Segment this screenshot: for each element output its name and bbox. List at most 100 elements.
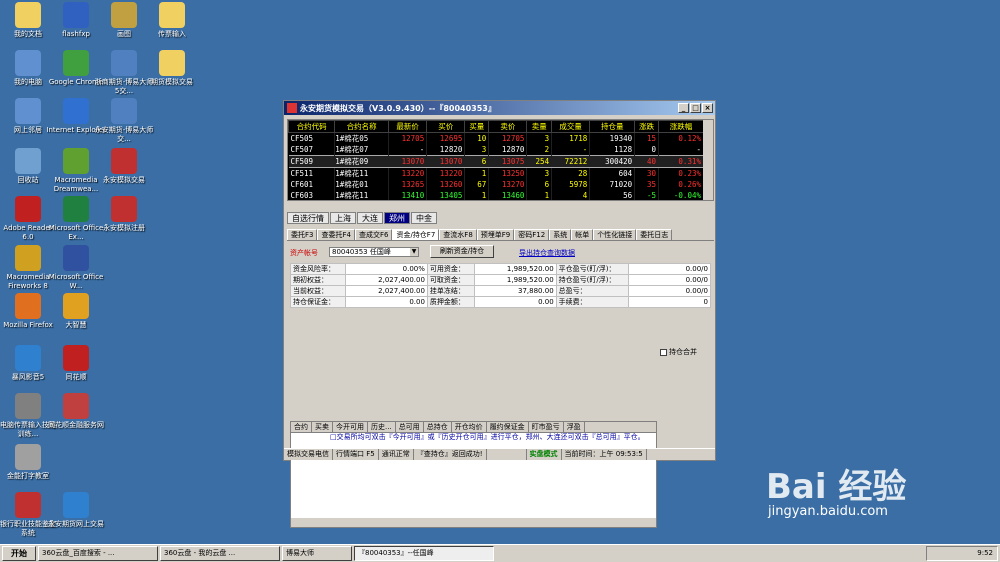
start-button[interactable]: 开始 [2,546,36,561]
tab-function[interactable]: 查委托F4 [317,229,355,240]
column-header[interactable]: 卖量 [526,120,553,133]
taskbar-button[interactable]: 『80040353』--任国峰 [354,546,494,561]
column-header[interactable]: 买价 [426,120,466,133]
tab-function[interactable]: 个性化链接 [593,229,637,240]
table-row[interactable]: CF509 1#棉花09 13070 13070 6 13075 254 72212 30042… [288,155,704,168]
table-cell: 1 [526,190,553,200]
quote-scrollbar[interactable] [703,120,713,200]
baidu-watermark: Bai 经验 jingyan.baidu.com [766,459,906,519]
column-header[interactable]: 盯市盈亏 [529,422,564,432]
table-row[interactable]: CF601 1#棉花01 13265 13260 67 13270 6 5978 71020 35… [288,179,704,190]
documents-icon [15,2,41,28]
taskbar-button[interactable]: 博易大师 [282,546,352,561]
column-header[interactable]: 浮盈 [564,422,585,432]
column-header[interactable]: 成交量 [551,120,591,133]
table-row[interactable]: CF505 1#棉花05 12705 12695 10 12705 3 1718 19340 15… [288,132,704,144]
minimize-button[interactable]: _ [678,103,689,113]
column-header[interactable]: 卖价 [488,120,528,133]
tab-function[interactable]: 预埋单F9 [476,229,515,240]
desktop-shortcut[interactable]: 永安期货网上交易 [46,492,106,529]
tab-market[interactable]: 上海 [330,212,356,224]
account-select[interactable]: 80040353 任国峰 ▼ [329,247,419,257]
table-cell: CF601 [288,179,336,190]
desktop-shortcut[interactable]: Microsoft Office W... [46,245,106,291]
tab-market[interactable]: 自选行情 [287,212,329,224]
table-cell: 56 [589,190,636,200]
column-header[interactable]: 涨跌 [634,120,660,133]
tab-function[interactable]: 系统 [549,229,572,240]
column-header[interactable]: 合约 [291,422,312,432]
desktop-shortcut[interactable]: 永安模拟交易 [94,148,154,185]
desktop-shortcut[interactable]: 永安期货-博易大师交... [94,98,154,144]
table-cell: 可取资金： [426,274,475,286]
column-header[interactable]: 最新价 [388,120,428,133]
column-header[interactable]: 买卖 [312,422,333,432]
table-cell: CF507 [288,144,336,156]
tab-function[interactable]: 委托F3 [287,229,318,240]
table-row[interactable]: CF603 1#棉花11 13410 13405 1 13460 1 4 56 -5 -0.04% [288,190,704,200]
column-header[interactable]: 历史... [368,422,396,432]
tab-function[interactable]: 查成交F6 [354,229,393,240]
export-link[interactable]: 导出持仓查询数据 [519,248,575,258]
tab-market[interactable]: 郑州 [384,212,410,224]
column-header[interactable]: 合约代码 [288,120,336,133]
table-cell: 37,880.00 [473,285,557,297]
desktop-shortcut-label: 永安模拟注册 [103,224,145,232]
maximize-button[interactable]: □ [690,103,701,113]
window-titlebar[interactable]: 永安期货模拟交易（V3.0.9.430）--『80040353』 _ □ × [284,101,715,115]
column-header[interactable]: 开仓均价 [452,422,487,432]
tab-function[interactable]: 帐单 [571,229,594,240]
shortcut-icon [111,50,137,76]
column-header[interactable]: 合约名称 [334,120,390,133]
tab-function[interactable]: 密码F12 [514,229,550,240]
tab-function[interactable]: 查流水F8 [439,229,477,240]
checkbox-box[interactable] [660,348,667,356]
table-cell: 10 [464,132,490,144]
desktop-shortcut[interactable]: 同花顺金融服务网 [46,393,106,430]
chrome-icon [63,50,89,76]
table-cell: 1718 [551,132,591,144]
column-header[interactable]: 总可用 [396,422,424,432]
table-cell: 0.00% [345,263,428,275]
desktop-shortcut[interactable]: 同花顺 [46,345,106,382]
trade-online-icon [63,492,89,518]
desktop-shortcut[interactable]: 期货模拟交易 [142,50,202,87]
table-cell: -5 [634,190,660,200]
clock[interactable]: 9:52 [977,549,993,557]
table-cell: 持仓保证金： [290,296,346,308]
refresh-button[interactable]: 刷新资金/持仓 [430,245,494,258]
column-header[interactable]: 总持仓 [424,422,452,432]
table-row[interactable]: CF511 1#棉花11 13220 13220 1 13250 3 28 604 30 0.23% [288,167,704,179]
close-button[interactable]: × [702,103,713,113]
tab-market[interactable]: 大连 [357,212,383,224]
position-scrollbar[interactable] [291,518,656,527]
desktop-shortcut[interactable]: 大智慧 [46,293,106,330]
column-header[interactable]: 履约保证金 [487,422,529,432]
table-cell: 71020 [589,179,636,190]
merge-checkbox[interactable]: 持仓合并 [660,347,697,357]
table-cell: 1#棉花11 [334,167,390,179]
table-cell: 30 [634,167,660,179]
taskbar-button[interactable]: 360云盘 - 我的云盘 ... [160,546,280,561]
desktop-shortcut[interactable]: 传票输入 [142,2,202,39]
desktop-shortcut[interactable]: 金能打字教室 [0,444,58,481]
table-row[interactable]: CF507 1#棉花07-12820 3 12870 2-1128 0- [288,144,704,156]
column-header[interactable]: 买量 [464,120,490,133]
column-header[interactable]: 今开可用 [333,422,368,432]
column-header[interactable]: 持仓量 [589,120,636,133]
trade-icon [111,148,137,174]
table-row: 期初权益： 2,027,400.00 可取资金： 1,989,520.00 持仓盈亏(盯… [290,274,711,286]
desktop-shortcut[interactable]: 永安模拟注册 [94,196,154,233]
table-cell: 6 [526,179,553,190]
tab-function[interactable]: 资金/持仓F7 [392,229,440,240]
column-header[interactable]: 涨跌幅 [658,120,704,133]
table-cell: CF509 [288,155,336,168]
table-cell: 19340 [589,132,636,144]
tab-market[interactable]: 中金 [411,212,437,224]
market-tabs: 自选行情 上海 大连 郑州 中金 [287,212,438,224]
network-icon [15,98,41,124]
tab-function[interactable]: 委托日志 [636,229,673,240]
paint-icon [111,2,137,28]
taskbar-button[interactable]: 360云盘_百度搜索 - ... [38,546,158,561]
taskbar: 开始 360云盘_百度搜索 - ... 360云盘 - 我的云盘 ... 博易大师『… [0,544,1000,562]
